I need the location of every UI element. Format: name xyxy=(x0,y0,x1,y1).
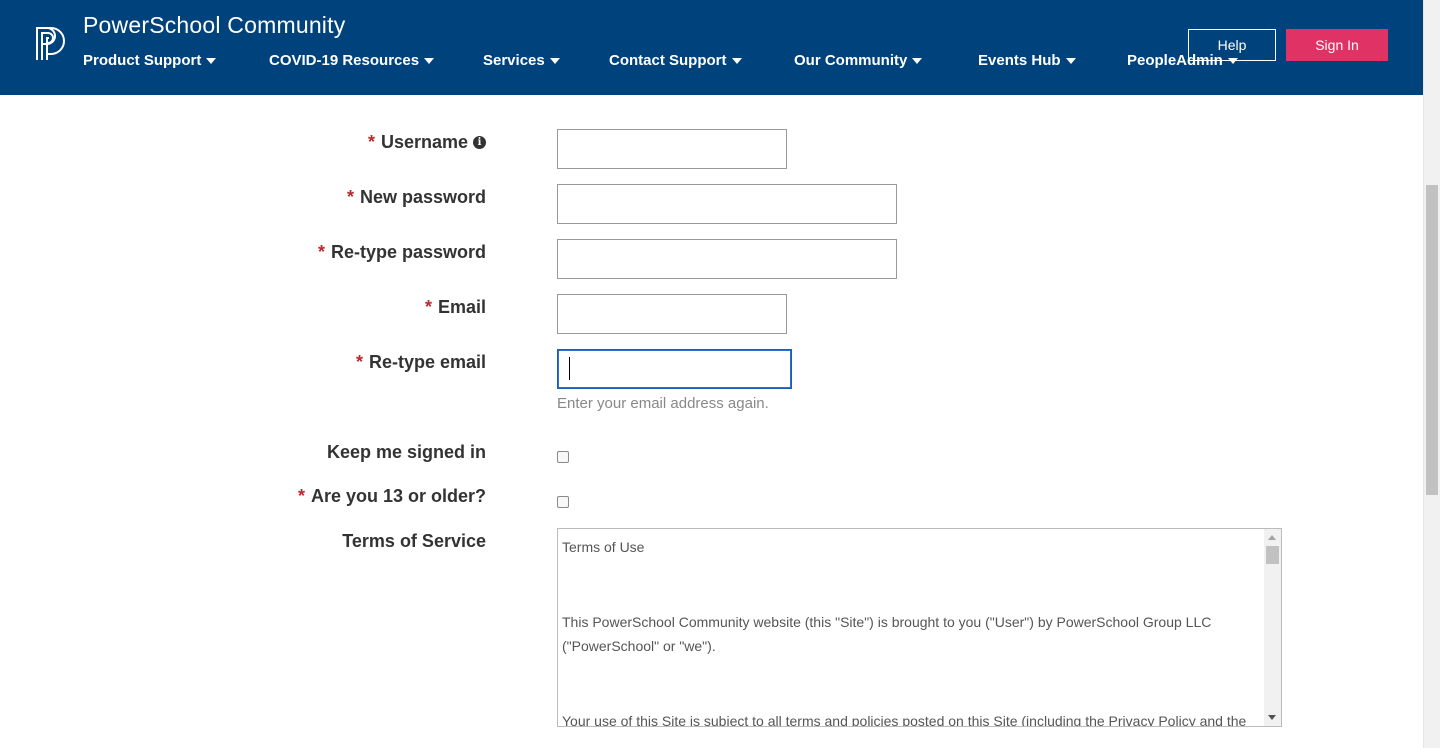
terms-heading: Terms of Use xyxy=(562,539,645,555)
retype-password-label-text: Re-type password xyxy=(330,242,486,262)
terms-content: Terms of Use This PowerSchool Community … xyxy=(562,535,1262,727)
terms-label-text: Terms of Service xyxy=(342,531,486,551)
nav-events-hub[interactable]: Events Hub xyxy=(978,52,1076,69)
nav-label: Product Support xyxy=(83,52,202,69)
required-marker: * xyxy=(297,486,305,506)
page-scroll-thumb[interactable] xyxy=(1426,185,1438,495)
email-label: * Email xyxy=(425,297,486,318)
age-label-text: Are you 13 or older? xyxy=(310,486,486,506)
retype-password-input[interactable] xyxy=(557,239,897,279)
new-password-label-text: New password xyxy=(359,187,486,207)
username-label: * Username i xyxy=(368,132,486,153)
caret-down-icon xyxy=(206,57,217,64)
keep-signed-in-label: Keep me signed in xyxy=(327,442,486,463)
retype-email-input[interactable] xyxy=(557,349,792,389)
required-marker: * xyxy=(424,297,432,317)
terms-spacer xyxy=(562,658,1262,709)
terms-paragraph: Your use of this Site is subject to all … xyxy=(562,713,1247,727)
required-marker: * xyxy=(367,132,375,152)
caret-down-icon xyxy=(731,57,742,64)
caret-down-icon xyxy=(549,57,560,64)
age-label: * Are you 13 or older? xyxy=(298,486,486,507)
nav-label: Our Community xyxy=(794,52,908,69)
username-label-text: Username xyxy=(380,132,468,152)
text-cursor xyxy=(569,357,570,380)
sign-in-button[interactable]: Sign In xyxy=(1286,29,1388,61)
nav-label: Contact Support xyxy=(609,52,727,69)
retype-password-label: * Re-type password xyxy=(318,242,486,263)
keep-signed-in-label-text: Keep me signed in xyxy=(326,442,486,462)
nav-contact-support[interactable]: Contact Support xyxy=(609,52,742,69)
email-label-text: Email xyxy=(437,297,486,317)
keep-signed-in-checkbox[interactable] xyxy=(557,451,569,463)
top-header: PowerSchool Community Product Support CO… xyxy=(0,0,1423,95)
retype-email-help: Enter your email address again. xyxy=(557,395,769,412)
nav-label: Events Hub xyxy=(978,52,1061,69)
required-marker: * xyxy=(317,242,325,262)
scroll-up-icon[interactable] xyxy=(1268,535,1276,540)
email-input[interactable] xyxy=(557,294,787,334)
terms-spacer xyxy=(562,559,1262,610)
retype-email-label: * Re-type email xyxy=(356,352,486,373)
page-scrollbar[interactable] xyxy=(1423,0,1440,748)
new-password-input[interactable] xyxy=(557,184,897,224)
nav-services[interactable]: Services xyxy=(483,52,560,69)
info-circle-icon[interactable]: i xyxy=(473,136,486,149)
scroll-thumb[interactable] xyxy=(1266,546,1279,564)
caret-down-icon xyxy=(1065,57,1076,64)
username-input[interactable] xyxy=(557,129,787,169)
required-marker: * xyxy=(355,352,363,372)
terms-textarea[interactable]: Terms of Use This PowerSchool Community … xyxy=(557,528,1282,727)
required-marker: * xyxy=(346,187,354,207)
nav-label: COVID-19 Resources xyxy=(269,52,420,69)
new-password-label: * New password xyxy=(347,187,486,208)
scroll-down-icon[interactable] xyxy=(1268,715,1276,720)
nav-label: Services xyxy=(483,52,545,69)
terms-label: Terms of Service xyxy=(342,531,486,552)
retype-email-label-text: Re-type email xyxy=(368,352,486,372)
terms-paragraph: This PowerSchool Community website (this… xyxy=(562,614,1212,654)
terms-scrollbar[interactable] xyxy=(1264,529,1281,726)
age-checkbox[interactable] xyxy=(557,496,569,508)
nav-covid-resources[interactable]: COVID-19 Resources xyxy=(269,52,435,69)
brand-title[interactable]: PowerSchool Community xyxy=(83,12,345,39)
caret-down-icon xyxy=(424,57,435,64)
nav-our-community[interactable]: Our Community xyxy=(794,52,923,69)
nav-product-support[interactable]: Product Support xyxy=(83,52,217,69)
caret-down-icon xyxy=(912,57,923,64)
help-button[interactable]: Help xyxy=(1188,29,1276,61)
